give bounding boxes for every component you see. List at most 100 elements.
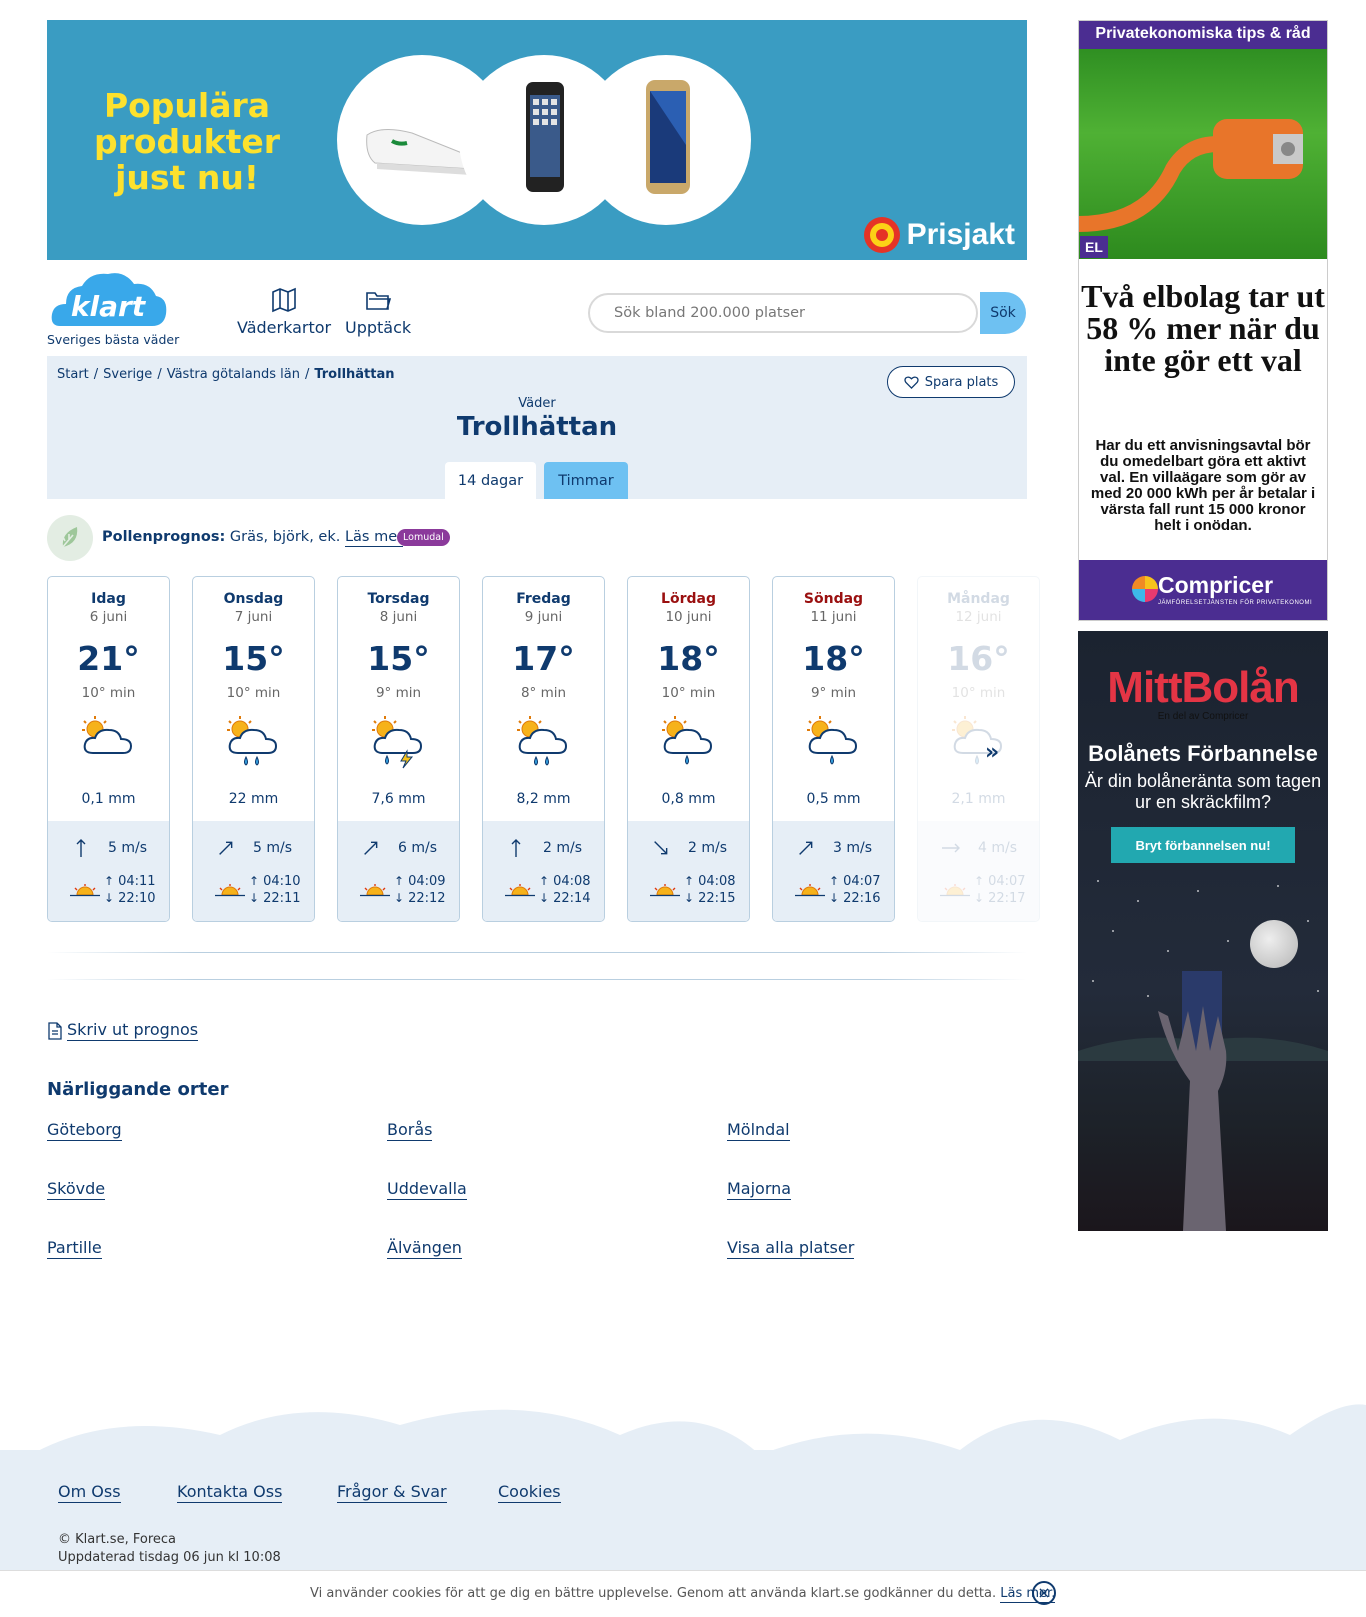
sun-times: ↑ ↓ 04:11 22:10 (70, 873, 156, 907)
close-icon[interactable]: × (1032, 1581, 1056, 1605)
nav-vaderkartor[interactable]: Väderkartor (237, 286, 331, 337)
precipitation: 0,8 mm (661, 791, 716, 807)
sunset-time: 22:16 (843, 891, 881, 906)
nav-label: Upptäck (345, 318, 412, 337)
page-kicker: Väder (518, 396, 556, 411)
sunrise-icon (360, 884, 390, 897)
updated-timestamp: Uppdaterad tisdag 06 jun kl 10:08 (58, 1550, 281, 1565)
day-card[interactable]: Lördag 10 juni 18° 10° min 0,8 mm 2 m/s ↑ ↓ 04:0… (627, 576, 750, 922)
scroll-next-arrow-icon[interactable]: » (985, 740, 1007, 765)
side-ad-el[interactable]: Privatekonomiska tips & råd EL Två elbol… (1078, 20, 1328, 621)
compricer-logo-icon (1132, 576, 1158, 602)
wind-speed: 6 m/s (397, 840, 437, 856)
tab-timmar[interactable]: Timmar (544, 462, 628, 499)
nearby-town-link[interactable]: Borås (387, 1120, 433, 1141)
day-card-details: 6 m/s ↑ ↓ 04:09 22:12 (338, 821, 459, 921)
min-temp: 8° min (520, 685, 567, 701)
ad-headline: Populära produkter just nu! (93, 86, 281, 197)
day-name: Torsdag (367, 591, 430, 607)
footer-link-fragor-svar[interactable]: Frågor & Svar (337, 1482, 447, 1503)
day-card[interactable]: Söndag 11 juni 18° 9° min 0,5 mm 3 m/s ↑ ↓ 04:07… (772, 576, 895, 922)
ad-brand-sub: En del av Compricer (1157, 711, 1249, 722)
wind: 6 m/s (338, 837, 459, 859)
precipitation: 8,2 mm (516, 791, 571, 807)
min-temp: 10° min (81, 685, 136, 701)
map-icon (272, 287, 296, 313)
search-button[interactable]: Sök (980, 292, 1026, 334)
ad-cta-button[interactable]: Bryt förbannelsen nu! (1111, 827, 1295, 863)
footer-link-cookies[interactable]: Cookies (498, 1482, 561, 1503)
show-all-places-link[interactable]: Visa alla platser (727, 1238, 855, 1259)
sun-times: ↑ ↓ 04:08 22:14 (505, 873, 591, 907)
nav-upptack[interactable]: Upptäck (345, 286, 411, 337)
sun-times: ↑ ↓ 04:07 22:17 (940, 873, 1026, 907)
day-card-details: 4 m/s ↑ ↓ 04:07 22:17 (918, 821, 1039, 921)
max-temp: 21° (77, 639, 140, 678)
prisjakt-target-icon (863, 217, 900, 253)
nearby-town-link[interactable]: Majorna (727, 1179, 792, 1200)
pollen-read-more-link[interactable]: Läs mer (344, 529, 404, 547)
breadcrumb-country[interactable]: Sverige (103, 367, 152, 382)
footer-link-kontakta-oss[interactable]: Kontakta Oss (177, 1482, 283, 1503)
ad-brand-sub: JÄMFÖRELSETJÄNSTEN FÖR PRIVATEKONOMI (1158, 600, 1313, 606)
save-place-label: Spara plats (924, 374, 999, 390)
day-card[interactable]: Måndag 12 juni 16° 10° min 2,1 mm 4 m/s ↑ ↓ 04:0… (917, 576, 1040, 922)
sunrise-time: 04:07 (843, 874, 881, 889)
nearby-town-link[interactable]: Uddevalla (387, 1179, 467, 1200)
nearby-town-link[interactable]: Skövde (47, 1179, 106, 1200)
cookie-message: Vi använder cookies för att ge dig en bä… (310, 1586, 1056, 1603)
pollen-forecast: Pollenprognos: Gräs, björk, ek. Läs mer (102, 529, 404, 547)
sunrise-icon (795, 884, 825, 897)
day-card[interactable]: Onsdag 7 juni 15° 10° min 22 mm 5 m/s ↑ ↓ 04:10 2… (192, 576, 315, 922)
nearby-town-link[interactable]: Göteborg (47, 1120, 122, 1141)
sunrise-time: 04:11 (118, 874, 156, 889)
day-card-details: 5 m/s ↑ ↓ 04:11 22:10 (48, 821, 169, 921)
top-banner-ad[interactable]: Populära produkter just nu! Prisjakt (47, 20, 1027, 260)
max-temp: 17° (512, 639, 575, 678)
pollen-sponsor-badge: Lomudal (397, 529, 450, 546)
wind: 2 m/s (483, 837, 604, 859)
nearby-town-link[interactable]: Mölndal (727, 1120, 790, 1141)
breadcrumb-current: Trollhättan (314, 367, 395, 382)
min-temp: 9° min (810, 685, 857, 701)
prisjakt-logo: Prisjakt (863, 216, 1015, 254)
day-card[interactable]: Torsdag 8 juni 15° 9° min 7,6 mm 6 m/s ↑ ↓ 04:09… (337, 576, 460, 922)
footer-link-om-oss[interactable]: Om Oss (58, 1482, 121, 1503)
sunrise-time: 04:10 (263, 874, 301, 889)
power-plug-icon (1078, 119, 1303, 232)
print-forecast-label: Skriv ut prognos (67, 1020, 199, 1041)
nearby-town-link[interactable]: Älvängen (387, 1238, 462, 1259)
wind-speed: 2 m/s (542, 840, 582, 856)
ad-brand: Compricer (1158, 572, 1274, 598)
sunrise-icon (70, 884, 100, 897)
min-temp: 10° min (951, 685, 1006, 701)
day-date: 10 juni (665, 609, 712, 625)
precipitation: 0,1 mm (81, 791, 136, 807)
day-name: Söndag (803, 591, 864, 607)
day-card[interactable]: Fredag 9 juni 17° 8° min 8,2 mm 2 m/s ↑ ↓ 04:08 2… (482, 576, 605, 922)
wind: 3 m/s (773, 837, 894, 859)
print-forecast-link[interactable]: Skriv ut prognos (47, 1020, 199, 1041)
nearby-town-link[interactable]: Partille (47, 1238, 102, 1259)
ad-body: Har du ett anvisningsavtal bör du omedel… (1090, 437, 1316, 534)
breadcrumb-start[interactable]: Start (57, 367, 89, 382)
day-date: 9 juni (524, 609, 563, 625)
folder-icon (366, 292, 392, 310)
max-temp: 16° (947, 639, 1010, 678)
location-panel: Start / Sverige / Västra götalands län / Troll… (47, 356, 1027, 499)
save-place-button[interactable]: Spara plats (887, 366, 1015, 398)
wind-arrow-icon (799, 841, 813, 855)
precipitation: 7,6 mm (371, 791, 426, 807)
partly-cloudy-icon (82, 716, 133, 754)
day-card[interactable]: Idag 6 juni 21° 10° min 0,1 mm 5 m/s ↑ ↓ 04:11 22… (47, 576, 170, 922)
side-ad-mittbolan[interactable]: MittBolån En del av Compricer Bolånets F… (1078, 631, 1328, 1231)
tab-14-dagar[interactable]: 14 dagar (445, 462, 536, 499)
day-name: Måndag (947, 591, 1010, 607)
day-date: 8 juni (379, 609, 418, 625)
klart-logo[interactable]: klart (50, 268, 168, 332)
min-temp: 10° min (226, 685, 281, 701)
wind: 4 m/s (918, 837, 1039, 859)
search-input[interactable] (590, 295, 976, 331)
heavy-rain-icon (517, 716, 568, 766)
breadcrumb-county[interactable]: Västra götalands län (167, 367, 300, 382)
